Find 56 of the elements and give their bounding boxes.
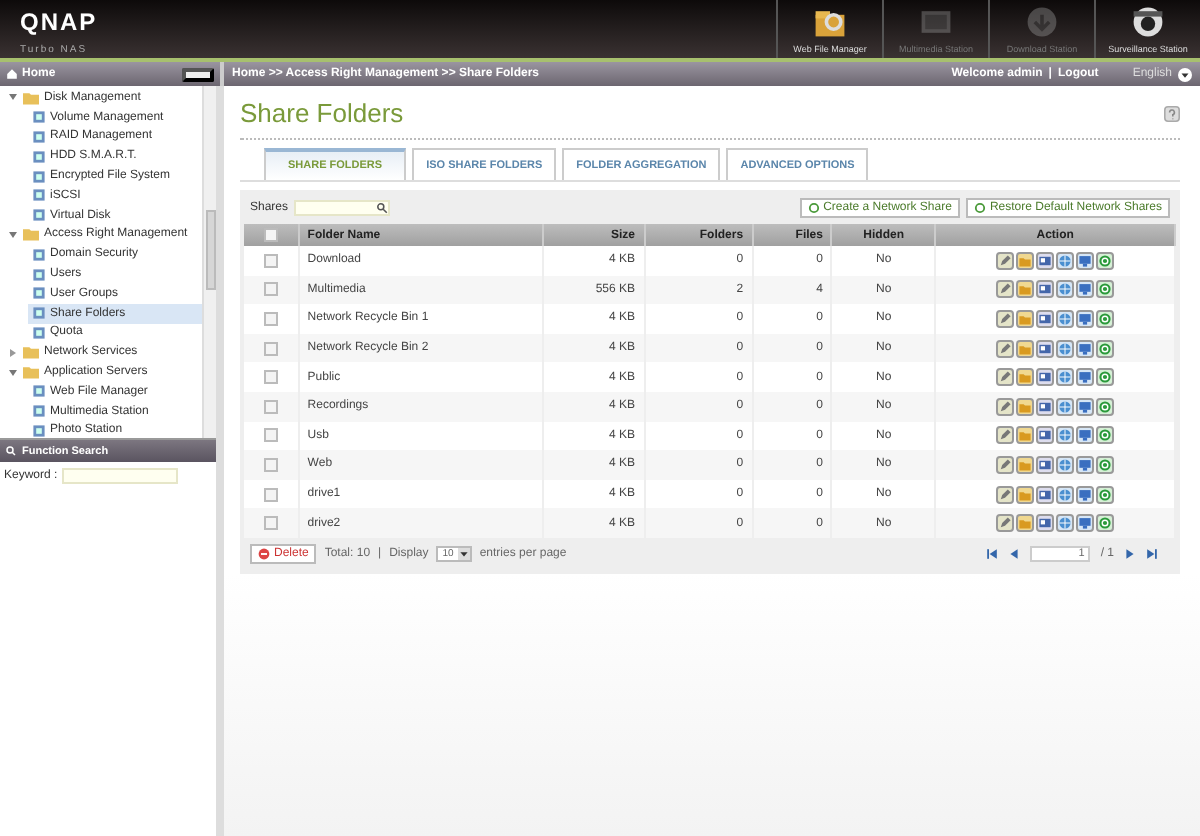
row-checkbox[interactable]: [263, 399, 278, 414]
first-page-icon[interactable]: [986, 547, 999, 560]
row-checkbox[interactable]: [263, 341, 278, 356]
triangle-right-icon[interactable]: [8, 347, 18, 358]
search-field[interactable]: [294, 200, 391, 216]
card-icon[interactable]: [1038, 253, 1053, 268]
house-icon: [6, 68, 18, 80]
caret-down-icon[interactable]: [1178, 67, 1192, 81]
row-checkbox[interactable]: [263, 253, 278, 268]
triangle-down-icon[interactable]: [8, 92, 18, 103]
monitor-icon[interactable]: [1078, 487, 1093, 502]
monitor-icon[interactable]: [1078, 516, 1093, 531]
logo-text: QNAP: [20, 8, 100, 36]
row-checkbox[interactable]: [263, 516, 278, 531]
monitor-icon[interactable]: [1078, 370, 1093, 385]
help-icon[interactable]: [1164, 105, 1180, 121]
monitor-icon[interactable]: [1078, 457, 1093, 472]
card-icon[interactable]: [1038, 487, 1053, 502]
folder-icon: [22, 226, 40, 243]
card-icon[interactable]: [1038, 516, 1053, 531]
row-checkbox[interactable]: [263, 282, 278, 297]
card-icon[interactable]: [1038, 341, 1053, 356]
previous-page-icon[interactable]: [1008, 547, 1021, 560]
caret-down-icon: [457, 547, 470, 560]
select-all-checkbox[interactable]: [263, 228, 278, 242]
camera-icon: [1130, 4, 1166, 40]
page-title: Share Folders: [240, 98, 404, 128]
refresh-icon: [807, 202, 820, 214]
row-checkbox[interactable]: [263, 370, 278, 385]
card-icon[interactable]: [1038, 428, 1053, 443]
monitor-icon[interactable]: [1078, 311, 1093, 326]
monitor-icon[interactable]: [1078, 399, 1093, 414]
minus-circle-icon: [258, 547, 270, 560]
card-icon[interactable]: [1038, 370, 1053, 385]
triangle-down-icon[interactable]: [8, 229, 18, 240]
row-checkbox[interactable]: [263, 457, 278, 472]
card-icon[interactable]: [1038, 399, 1053, 414]
triangle-down-icon[interactable]: [8, 367, 18, 378]
collapse-button[interactable]: [182, 67, 214, 81]
refresh-icon: [973, 202, 986, 214]
search-icon: [376, 202, 389, 214]
scrollbar[interactable]: [202, 86, 216, 438]
monitor-icon[interactable]: [1078, 282, 1093, 297]
card-icon[interactable]: [1038, 282, 1053, 297]
monitor-icon[interactable]: [1078, 428, 1093, 443]
next-page-icon[interactable]: [1124, 547, 1136, 560]
keyword-field[interactable]: [61, 468, 178, 484]
search-icon: [6, 446, 16, 456]
row-checkbox[interactable]: [263, 428, 278, 443]
row-checkbox[interactable]: [263, 487, 278, 502]
row-checkbox[interactable]: [263, 311, 278, 326]
last-page-icon[interactable]: [1146, 547, 1158, 560]
card-icon[interactable]: [1038, 311, 1053, 326]
card-icon[interactable]: [1038, 457, 1053, 472]
monitor-icon[interactable]: [1078, 253, 1093, 268]
monitor-icon[interactable]: [1078, 341, 1093, 356]
